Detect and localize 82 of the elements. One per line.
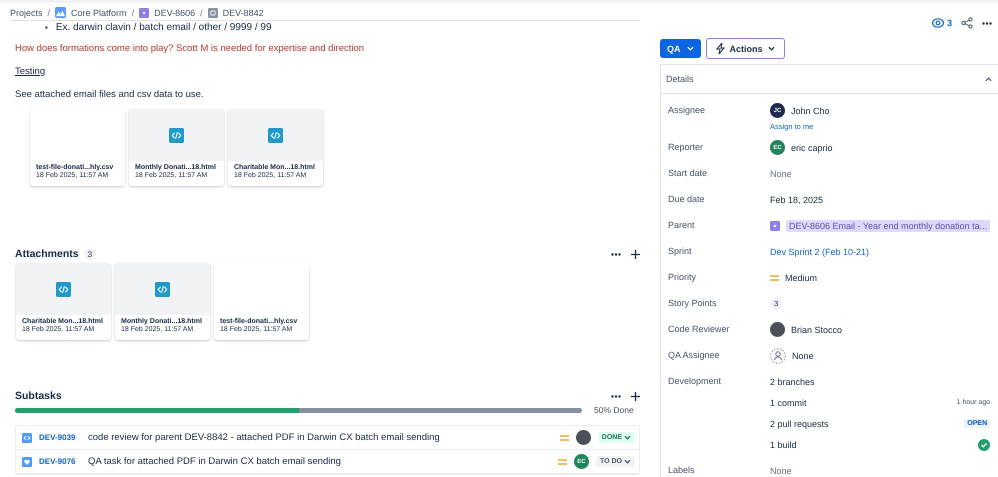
field-value: Feb 18, 2025 [770, 194, 824, 204]
field-value: None [770, 168, 792, 178]
field-label: Start date [668, 167, 708, 180]
more-button[interactable] [611, 252, 621, 256]
breadcrumb-link[interactable]: DEV-8842 [222, 8, 264, 18]
breadcrumb-separator: / [132, 8, 134, 18]
plus-icon [631, 392, 640, 400]
status-button[interactable]: QA [660, 39, 700, 58]
priority-medium-icon [558, 458, 567, 464]
development-item[interactable]: 2 branches [770, 376, 815, 386]
add-button[interactable] [631, 392, 640, 400]
actions-button[interactable]: Actions [706, 38, 785, 59]
share-button[interactable] [961, 17, 974, 29]
subtask-summary[interactable]: QA task for attached PDF in Darwin CX batch email sending [88, 456, 551, 467]
more-button[interactable] [982, 22, 992, 24]
user-icon [770, 348, 786, 364]
development-item[interactable]: 1 build [770, 440, 797, 450]
sprint-link[interactable]: Dev Sprint 2 (Feb 10-21) [770, 246, 870, 256]
user-name: John Cho [791, 106, 830, 116]
chevron-down-icon [768, 46, 775, 51]
field-value: None [770, 466, 792, 476]
add-button[interactable] [631, 250, 640, 258]
chevron-down-icon [624, 435, 631, 440]
field-label: Parent [668, 219, 696, 232]
breadcrumb-link[interactable]: Core Platform [71, 8, 127, 18]
more-button[interactable] [611, 394, 621, 398]
progress-label: 50% Done [594, 405, 634, 415]
code-file-icon [56, 282, 71, 296]
chevron-down-icon [686, 46, 694, 51]
field-label: Reporter [668, 141, 704, 154]
chevron-down-icon [624, 459, 631, 464]
field-label: Due date [668, 193, 706, 206]
user-name: Brian Stocco [791, 324, 842, 334]
issue-key-link[interactable]: DEV-9039 [39, 433, 81, 442]
lightning-icon [770, 220, 780, 230]
code-file-icon [155, 282, 170, 296]
attachment-count: 3 [84, 248, 96, 260]
code-file-icon [169, 128, 184, 142]
priority-medium-icon [770, 274, 779, 280]
section-title: Subtasks [15, 390, 62, 402]
development-item[interactable]: 2 pull requests [770, 418, 829, 428]
section-title: Attachments [15, 248, 79, 260]
field-label: Code Reviewer [668, 323, 731, 336]
breadcrumb-link[interactable]: DEV-8606 [154, 8, 196, 18]
lightning-icon [716, 43, 724, 54]
project-icon [55, 7, 66, 18]
breadcrumb-separator: / [48, 8, 50, 18]
parent-link[interactable]: DEV-8606 Email - Year end monthly donation ta... [786, 220, 990, 232]
field-label: Sprint [668, 245, 693, 258]
warning-text: How does formations come into play? Scott M is needed for expertise and direction [15, 43, 366, 54]
breadcrumb-link[interactable]: Projects [10, 8, 43, 18]
task-icon [208, 8, 218, 18]
bullet-marker: ▪ [45, 22, 48, 34]
avatar-placeholder [576, 430, 591, 445]
field-label: Priority [668, 271, 698, 284]
more-icon [611, 394, 621, 398]
subtask-summary[interactable]: code review for parent DEV-8842 - attached PDF in Darwin CX batch email sending [88, 432, 553, 443]
bullet-item: Ex. darwin clavin / batch email / other / 9999 / 99 [56, 21, 272, 34]
user-name: None [792, 350, 814, 360]
heart-icon [22, 456, 32, 466]
more-icon [611, 252, 621, 256]
field-value: Medium [785, 272, 818, 282]
field-label: Story Points [668, 297, 718, 310]
field-label: QA Assignee [668, 349, 721, 362]
avatar-placeholder [770, 322, 785, 337]
field-label: Development [668, 375, 722, 388]
more-icon [982, 22, 992, 24]
field-label: Labels [668, 464, 696, 477]
check-icon [978, 438, 990, 450]
issue-key-link[interactable]: DEV-9076 [39, 457, 81, 466]
development-item[interactable]: 1 commit [770, 398, 807, 408]
code-icon [22, 432, 32, 442]
field-label: Assignee [668, 104, 706, 117]
plus-icon [631, 250, 640, 258]
lightning-icon [139, 8, 150, 18]
chevron-icon [985, 76, 992, 82]
breadcrumb-separator: / [200, 8, 203, 18]
priority-medium-icon [560, 434, 569, 440]
description-text: See attached email files and csv data to use. [15, 89, 205, 100]
section-heading: Testing [15, 66, 46, 77]
code-file-icon [268, 128, 283, 142]
user-name: eric caprio [791, 142, 833, 152]
